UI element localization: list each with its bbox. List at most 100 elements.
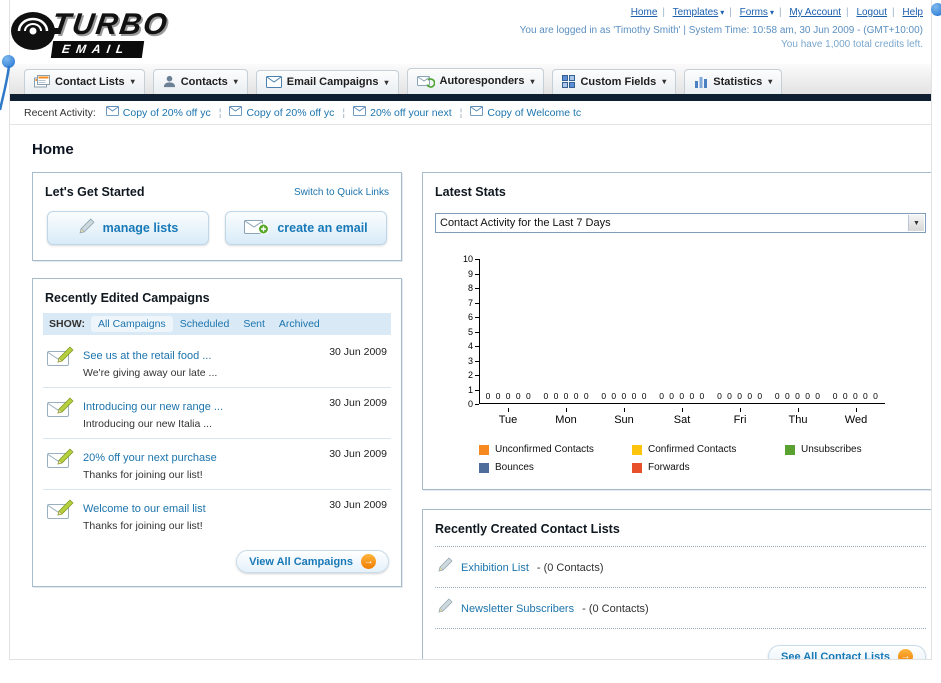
bar-values: 0 0 0 0 0 (832, 391, 880, 401)
contact-list-count: - (0 Contacts) (536, 561, 604, 574)
app-window: TURBO EMAIL Home | Templates ▾ | Forms ▾ | My… (0, 0, 941, 683)
top-link-my-account[interactable]: My Account (789, 7, 841, 18)
legend-label: Confirmed Contacts (648, 444, 737, 455)
top-link-logout[interactable]: Logout (856, 7, 887, 18)
view-all-campaigns-label: View All Campaigns (249, 555, 353, 568)
tab-email-campaigns[interactable]: Email Campaigns ▾ (255, 70, 399, 94)
campaign-edit-icon (47, 346, 74, 379)
arrow-right-icon: → (361, 554, 376, 569)
top-link-label: Help (902, 7, 923, 18)
activity-item-label: Copy of 20% off yc (122, 106, 211, 119)
stats-dropdown-value: Contact Activity for the Last 7 Days (440, 217, 611, 229)
x-tick: Fri (711, 408, 769, 426)
campaign-row[interactable]: Introducing our new range ... Introducin… (43, 388, 391, 439)
recent-activity-item[interactable]: Copy of 20% off yc (229, 106, 334, 119)
credits-info: You have 1,000 total credits left. (781, 39, 923, 50)
link-separator: | (729, 7, 732, 18)
manage-lists-button[interactable]: manage lists (47, 211, 209, 245)
campaign-row[interactable]: 20% off your next purchase Thanks for jo… (43, 439, 391, 490)
annotation-dot (931, 3, 941, 16)
tab-label: Custom Fields (580, 75, 657, 88)
contact-list-link[interactable]: Exhibition List (461, 562, 529, 574)
campaign-list: See us at the retail food ... We're givi… (43, 337, 391, 540)
campaign-title-link[interactable]: Welcome to our email list (83, 503, 206, 515)
top-link-label: Forms (739, 7, 768, 18)
login-info: You are logged in as 'Timothy Smith' | S… (519, 25, 923, 36)
legend-label: Bounces (495, 462, 534, 473)
annotation-line (0, 65, 11, 111)
bar-values: 0 0 0 0 0 (659, 391, 706, 401)
campaign-title-link[interactable]: 20% off your next purchase (83, 452, 217, 464)
header: TURBO EMAIL Home | Templates ▾ | Forms ▾ | My… (10, 0, 931, 64)
campaign-row[interactable]: Welcome to our email list Thanks for joi… (43, 490, 391, 540)
recent-activity-item[interactable]: Copy of Welcome tc (470, 106, 581, 119)
campaign-date: 30 Jun 2009 (329, 397, 387, 409)
see-all-contact-lists-label: See All Contact Lists (780, 650, 890, 660)
recent-activity-item[interactable]: 20% off your next (353, 106, 452, 119)
y-tick: 7 (468, 298, 480, 307)
activity-item-label: Copy of 20% off yc (246, 106, 335, 119)
tab-custom-fields[interactable]: Custom Fields ▾ (552, 69, 677, 94)
page-frame: TURBO EMAIL Home | Templates ▾ | Forms ▾ | My… (9, 0, 932, 660)
contact-list-count: - (0 Contacts) (582, 602, 649, 615)
contact-list-link[interactable]: Newsletter Subscribers (461, 603, 574, 615)
chart-x-axis: Tue Mon Sun Sat Fri Thu Wed (479, 408, 885, 426)
tab-label: Statistics (713, 75, 763, 88)
custom-fields-icon (562, 75, 576, 88)
page-title: Home (32, 141, 74, 158)
chevron-down-icon: ▾ (530, 76, 535, 86)
chevron-down-icon: ▾ (384, 77, 389, 87)
contact-list-row[interactable]: Exhibition List - (0 Contacts) (435, 547, 926, 588)
tab-autoresponders[interactable]: Autoresponders ▾ (406, 68, 545, 94)
x-tick: Wed (827, 408, 885, 426)
envelope-icon (105, 106, 119, 119)
filter-all-campaigns[interactable]: All Campaigns (90, 316, 173, 332)
contact-lists: Exhibition List - (0 Contacts) Newslette… (435, 546, 926, 629)
filter-sent[interactable]: Sent (236, 316, 272, 332)
filter-archived[interactable]: Archived (272, 316, 327, 332)
tab-contact-lists[interactable]: Contact Lists ▾ (24, 69, 145, 94)
chevron-down-icon: ▾ (233, 77, 238, 86)
recent-activity-label: Recent Activity: (24, 106, 96, 119)
right-column: Latest Stats Contact Activity for the La… (422, 172, 931, 660)
campaign-row[interactable]: See us at the retail food ... We're givi… (43, 337, 391, 388)
x-tick: Sat (653, 408, 711, 426)
header-right: Home | Templates ▾ | Forms ▾ | My Account | Lo… (520, 3, 923, 64)
tab-statistics[interactable]: Statistics ▾ (684, 69, 783, 94)
campaign-title-link[interactable]: See us at the retail food ... (83, 350, 211, 362)
show-label: SHOW: (49, 318, 85, 330)
chevron-down-icon: ▾ (768, 77, 773, 86)
bar-values: 0 0 0 0 0 (601, 391, 648, 401)
filter-scheduled[interactable]: Scheduled (173, 316, 237, 332)
recent-activity-item[interactable]: Copy of 20% off yc (105, 106, 211, 119)
view-all-campaigns-button[interactable]: View All Campaigns → (236, 550, 389, 573)
envelope-icon (353, 106, 367, 119)
campaign-subtitle: Thanks for joining our list! (83, 469, 203, 481)
see-all-contact-lists-button[interactable]: See All Contact Lists → (767, 645, 926, 660)
latest-stats-title: Latest Stats (435, 185, 506, 199)
top-link-templates[interactable]: Templates ▾ (673, 7, 725, 18)
bar-values: 0 0 0 0 0 (543, 391, 591, 401)
pencil-icon (437, 557, 453, 578)
legend-swatch (632, 444, 642, 455)
stats-activity-dropdown[interactable]: Contact Activity for the Last 7 Days ▼ (435, 213, 926, 233)
app-logo: TURBO EMAIL (10, 3, 171, 64)
dropdown-arrow-icon: ▼ (908, 215, 924, 231)
top-link-label: My Account (789, 7, 842, 18)
x-tick: Mon (537, 408, 595, 426)
recent-campaigns-title: Recently Edited Campaigns (45, 291, 210, 305)
chart-plot-area: 0 0 0 0 0 0 0 0 0 0 0 0 0 0 0 0 0 0 0 0 … (479, 259, 885, 404)
create-email-label: create an email (277, 221, 368, 235)
envelope-icon (265, 76, 282, 88)
top-link-help[interactable]: Help (902, 7, 923, 18)
top-link-forms[interactable]: Forms ▾ (740, 7, 774, 18)
main-content: Home Let's Get Started Switch to Quick L… (10, 125, 931, 660)
top-link-label: Logout (856, 7, 888, 18)
tab-contacts[interactable]: Contacts ▾ (152, 69, 248, 94)
switch-quick-links-link[interactable]: Switch to Quick Links (294, 187, 389, 198)
create-email-button[interactable]: create an email (225, 211, 387, 245)
activity-item-label: Copy of Welcome tc (487, 106, 582, 119)
top-link-home[interactable]: Home (631, 7, 658, 18)
campaign-title-link[interactable]: Introducing our new range ... (83, 401, 223, 413)
contact-list-row[interactable]: Newsletter Subscribers - (0 Contacts) (435, 588, 926, 629)
